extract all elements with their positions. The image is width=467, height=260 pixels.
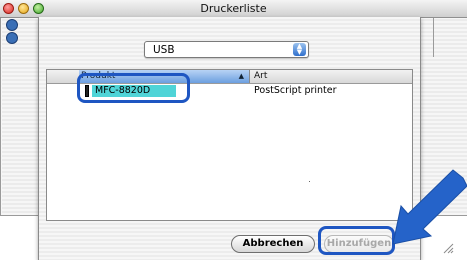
product-highlight-outline xyxy=(77,73,190,103)
printer-list-sheet: USB ▲ ▼ Produkt ▲ Art MFC-8820D PostScrip… xyxy=(38,17,454,260)
popup-arrows-icon: ▲ ▼ xyxy=(293,43,306,56)
background-window-pane xyxy=(420,17,467,215)
type-cell: PostScript printer xyxy=(254,85,337,96)
column-header-type[interactable]: Art xyxy=(254,70,267,83)
window-title: Druckerliste xyxy=(200,2,267,15)
connection-type-value: USB xyxy=(153,44,175,56)
sort-ascending-icon: ▲ xyxy=(238,72,244,80)
list-marker-icon xyxy=(6,32,18,44)
title-bar[interactable]: Druckerliste xyxy=(0,0,467,18)
list-marker-icon xyxy=(6,19,18,31)
cancel-button[interactable]: Abbrechen xyxy=(231,235,315,253)
background-window-list xyxy=(2,17,39,215)
connection-type-popup[interactable]: USB ▲ ▼ xyxy=(144,41,309,58)
divider xyxy=(433,17,434,57)
resize-grip-icon[interactable] xyxy=(441,241,454,254)
add-button-highlight-outline xyxy=(318,226,395,255)
speck xyxy=(309,181,310,182)
